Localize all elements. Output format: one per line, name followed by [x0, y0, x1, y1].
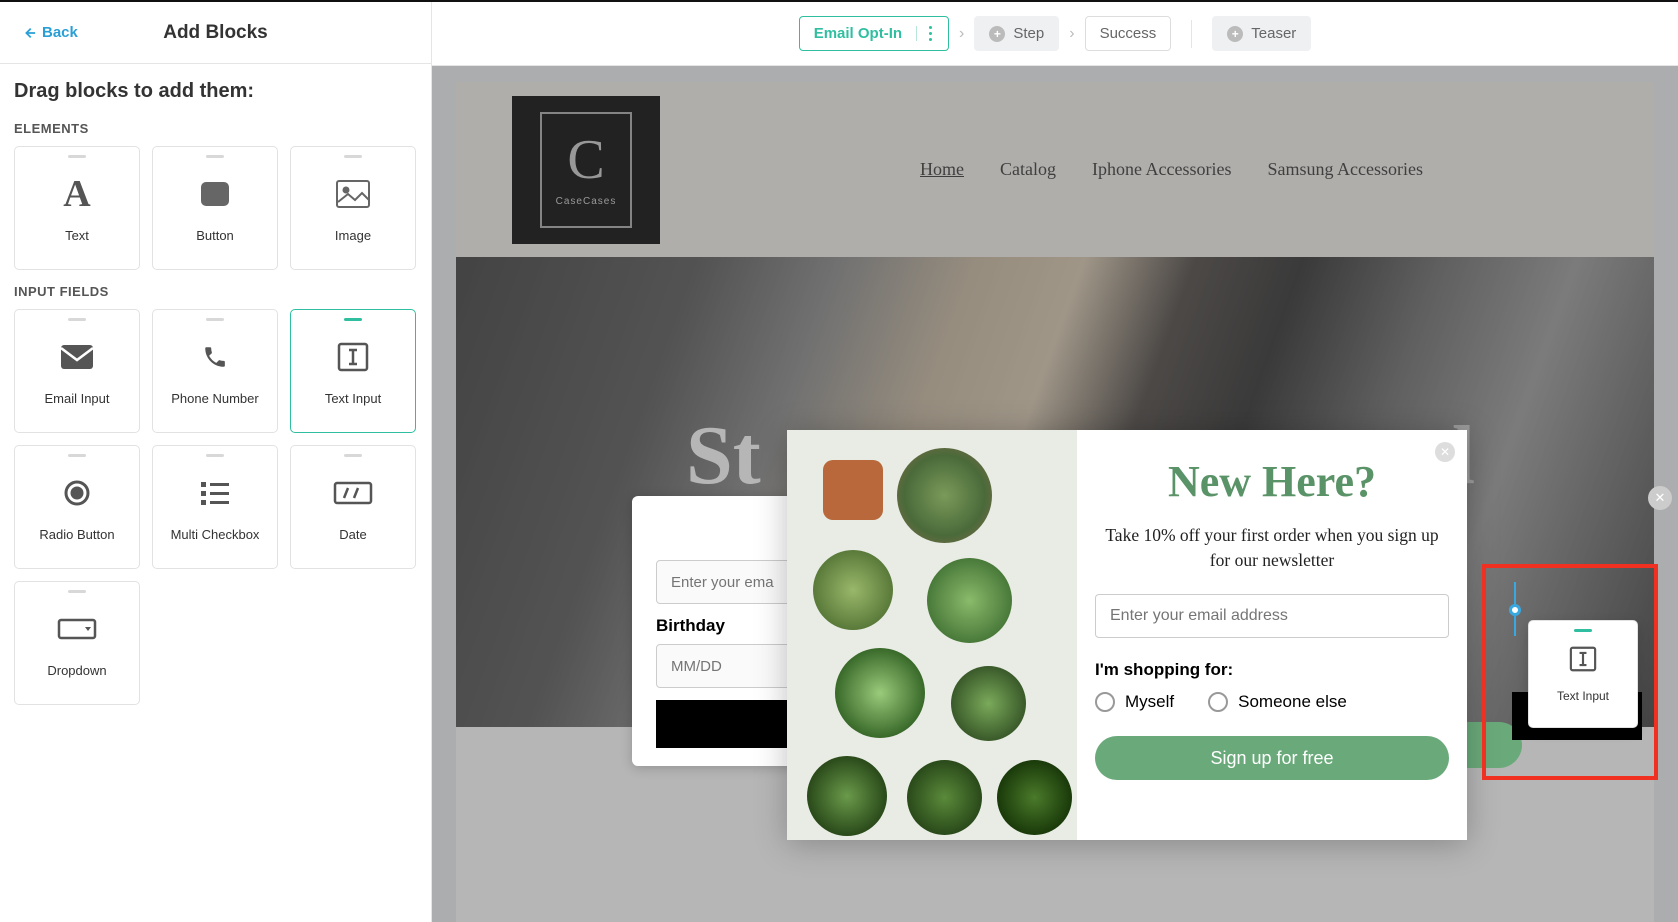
section-label-inputs: INPUT FIELDS — [14, 284, 417, 299]
grip-icon — [68, 454, 86, 457]
dropdown-icon — [57, 609, 97, 649]
arrow-left-icon — [22, 26, 36, 40]
block-label: Text — [65, 228, 89, 243]
block-phone-number[interactable]: Phone Number — [152, 309, 278, 433]
sidebar-header: Back Add Blocks — [0, 2, 431, 64]
phone-icon — [202, 337, 228, 377]
section-label-elements: ELEMENTS — [14, 121, 417, 136]
breadcrumb-teaser[interactable]: + Teaser — [1212, 16, 1311, 51]
grip-icon — [68, 155, 86, 158]
block-label: Image — [335, 228, 371, 243]
chevron-right-icon: › — [1069, 25, 1074, 43]
inputs-grid: Email Input Phone Number Text Input Radi… — [14, 309, 417, 705]
kebab-icon[interactable] — [916, 26, 934, 41]
sidebar-body: Drag blocks to add them: ELEMENTS A Text… — [0, 64, 431, 735]
plus-icon: + — [989, 26, 1005, 42]
breadcrumb-label: Success — [1100, 25, 1157, 42]
elements-grid: A Text Button Image — [14, 146, 417, 270]
block-button[interactable]: Button — [152, 146, 278, 270]
block-label: Email Input — [44, 391, 109, 406]
drag-heading: Drag blocks to add them: — [14, 80, 417, 103]
drag-ghost-text-input[interactable]: Text Input — [1528, 620, 1638, 728]
grip-icon — [1574, 629, 1592, 632]
grip-icon — [344, 155, 362, 158]
image-icon — [336, 174, 370, 214]
breadcrumb-email-optin[interactable]: Email Opt-In — [799, 16, 949, 51]
grip-icon — [206, 155, 224, 158]
grip-icon — [68, 318, 86, 321]
block-dropdown[interactable]: Dropdown — [14, 581, 140, 705]
modal-subtext: Take 10% off your first order when you s… — [1095, 523, 1449, 572]
radio-myself[interactable]: Myself — [1095, 692, 1174, 712]
block-email-input[interactable]: Email Input — [14, 309, 140, 433]
block-label: Date — [339, 527, 366, 542]
block-label: Dropdown — [47, 663, 106, 678]
breadcrumb-label: Email Opt-In — [814, 25, 902, 42]
block-label: Multi Checkbox — [171, 527, 260, 542]
grip-icon — [206, 318, 224, 321]
canvas-wrap: C CaseCases Home Catalog Iphone Accessor… — [432, 66, 1678, 922]
sidebar: Back Add Blocks Drag blocks to add them:… — [0, 2, 432, 922]
text-input-icon — [337, 337, 369, 377]
grip-icon — [344, 454, 362, 457]
grip-icon — [68, 590, 86, 593]
back-label: Back — [42, 24, 78, 41]
block-multi-checkbox[interactable]: Multi Checkbox — [152, 445, 278, 569]
drop-indicator-dot — [1509, 604, 1521, 616]
block-label: Text Input — [325, 391, 381, 406]
main-area: Email Opt-In › + Step › Success + Teaser — [432, 2, 1678, 922]
modal-content: ✕ New Here? Take 10% off your first orde… — [1077, 430, 1467, 840]
modal-image — [787, 430, 1077, 840]
drop-highlight: Text Input — [1482, 564, 1658, 780]
signup-button[interactable]: Sign up for free — [1095, 736, 1449, 780]
block-label: Button — [196, 228, 234, 243]
close-icon[interactable]: ✕ — [1648, 486, 1672, 510]
date-icon — [333, 473, 373, 513]
text-icon: A — [63, 174, 90, 214]
block-label: Radio Button — [39, 527, 114, 542]
block-radio-button[interactable]: Radio Button — [14, 445, 140, 569]
checklist-icon — [201, 473, 229, 513]
radio-icon — [1208, 692, 1228, 712]
breadcrumb-label: Teaser — [1251, 25, 1296, 42]
block-date[interactable]: Date — [290, 445, 416, 569]
plus-icon: + — [1227, 26, 1243, 42]
back-button[interactable]: Back — [22, 24, 78, 41]
radio-someone-else[interactable]: Someone else — [1208, 692, 1347, 712]
radio-label: Myself — [1125, 692, 1174, 712]
modal-heading: New Here? — [1095, 456, 1449, 507]
text-input-icon — [1569, 646, 1597, 679]
block-text-input[interactable]: Text Input — [290, 309, 416, 433]
grip-icon — [344, 318, 362, 321]
modal-close-icon[interactable]: ✕ — [1435, 442, 1455, 462]
radio-icon — [63, 473, 91, 513]
email-icon — [61, 337, 93, 377]
grip-icon — [206, 454, 224, 457]
top-bar: Email Opt-In › + Step › Success + Teaser — [432, 2, 1678, 66]
breadcrumb-step[interactable]: + Step — [974, 16, 1059, 51]
block-image[interactable]: Image — [290, 146, 416, 270]
sidebar-title: Add Blocks — [163, 22, 268, 44]
signup-modal: ✕ New Here? Take 10% off your first orde… — [787, 430, 1467, 840]
breadcrumb-success[interactable]: Success — [1085, 16, 1172, 51]
chevron-right-icon: › — [959, 25, 964, 43]
radio-row: Myself Someone else — [1095, 692, 1449, 712]
radio-label: Someone else — [1238, 692, 1347, 712]
block-text[interactable]: A Text — [14, 146, 140, 270]
shopping-for-label: I'm shopping for: — [1095, 660, 1449, 680]
breadcrumb-label: Step — [1013, 25, 1044, 42]
ghost-label: Text Input — [1557, 689, 1609, 703]
modal-email-input[interactable] — [1095, 594, 1449, 638]
button-icon — [201, 174, 229, 214]
block-label: Phone Number — [171, 391, 258, 406]
separator — [1191, 20, 1192, 48]
radio-icon — [1095, 692, 1115, 712]
